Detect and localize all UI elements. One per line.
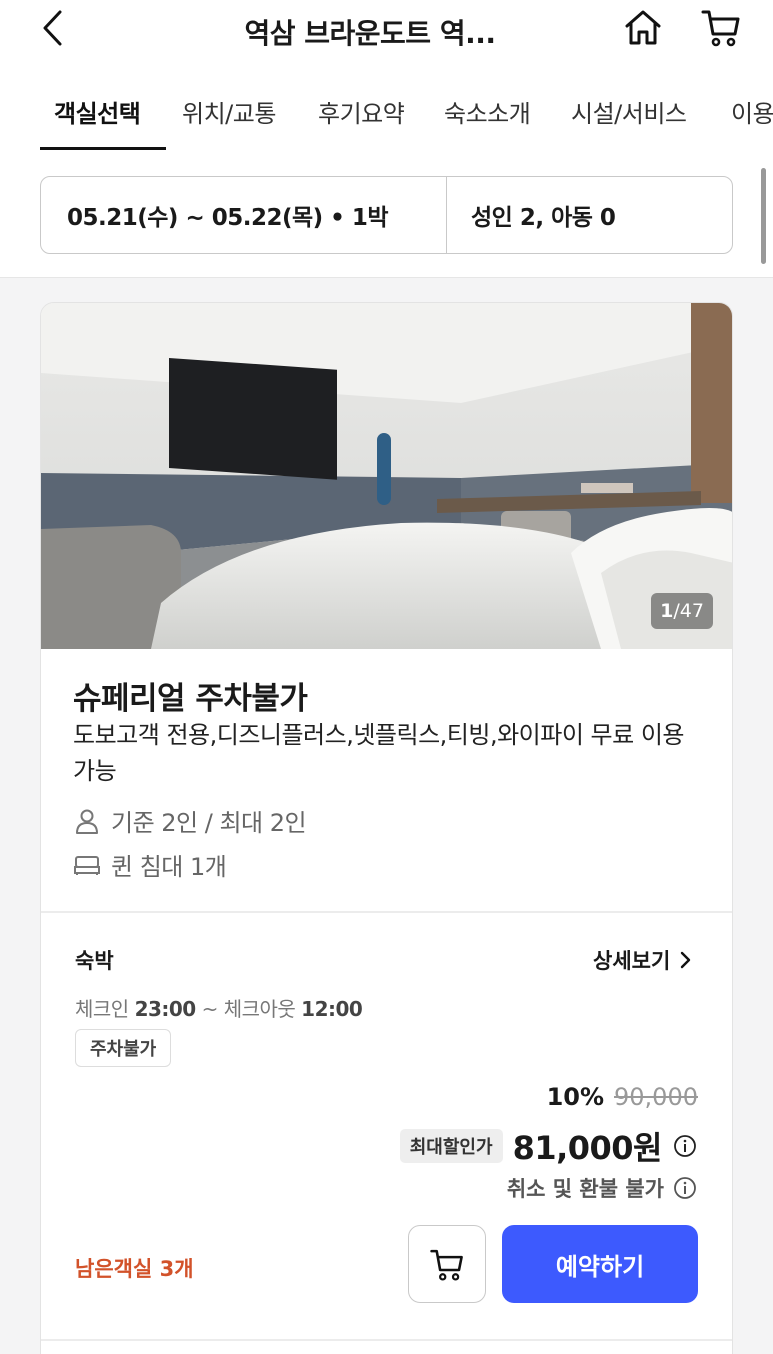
capacity-text: 기준 2인 / 최대 2인 (111, 809, 307, 837)
price-info-icon[interactable] (672, 1133, 698, 1159)
guests-field[interactable]: 성인 2, 아동 0 (447, 198, 616, 232)
room-photo-image (41, 303, 732, 649)
active-tab-indicator (40, 147, 166, 150)
plan-label: 숙박 (75, 949, 114, 973)
search-bar: 05.21(수) ~ 05.22(목) • 1박 성인 2, 아동 0 (0, 152, 773, 278)
refund-policy: 취소 및 환불 불가 (506, 1177, 664, 1201)
person-icon (73, 807, 101, 835)
tab-usage[interactable]: 이용 (731, 94, 773, 129)
checkout-label: ~ 체크아웃 (201, 997, 296, 1021)
detail-link[interactable]: 상세보기 (593, 945, 694, 975)
original-price: 90,000 (614, 1083, 698, 1111)
detail-link-label: 상세보기 (593, 949, 671, 973)
refund-policy-row: 취소 및 환불 불가 (507, 1173, 698, 1203)
refund-info-icon[interactable] (672, 1175, 698, 1201)
tab-room-select[interactable]: 객실선택 (54, 94, 141, 129)
room-card: 1/47 슈페리얼 주차불가 도보고객 전용,디즈니플러스,넷플릭스,티빙,와이… (40, 302, 733, 1354)
search-box: 05.21(수) ~ 05.22(목) • 1박 성인 2, 아동 0 (40, 176, 733, 254)
page-title: 역삼 브라운도트 역... (244, 17, 497, 50)
checkin-times: 체크인 23:00 ~ 체크아웃 12:00 (75, 993, 363, 1022)
checkin-label: 체크인 (75, 997, 129, 1021)
bed-text: 퀸 침대 1개 (111, 853, 227, 881)
rooms-left: 남은객실 3개 (75, 1257, 194, 1281)
home-icon (625, 10, 661, 45)
room-description: 도보고객 전용,디즈니플러스,넷플릭스,티빙,와이파이 무료 이용 가능 (73, 721, 684, 785)
chevron-left-icon (43, 10, 62, 46)
price-row: 최대할인가 81,000원 (399, 1123, 698, 1169)
section-divider (41, 911, 732, 913)
discount-percent: 10% (546, 1083, 605, 1111)
tab-review-summary[interactable]: 후기요약 (318, 94, 405, 129)
section-divider (41, 1339, 732, 1341)
top-bar: 역삼 브라운도트 역... (0, 0, 773, 72)
discount-row: 10% 90,000 (547, 1083, 698, 1111)
cart-button[interactable] (696, 4, 746, 50)
section-tabs: 객실선택 위치/교통 후기요약 숙소소개 시설/서비스 이용 (0, 72, 773, 152)
photo-counter: 1/47 (651, 593, 713, 629)
chevron-right-icon (681, 951, 691, 969)
photo-total: /47 (673, 600, 704, 622)
checkout-time: 12:00 (301, 997, 363, 1021)
home-button[interactable] (620, 4, 666, 50)
scrollbar[interactable] (761, 168, 766, 264)
checkin-time: 23:00 (134, 997, 197, 1021)
bed-icon (73, 851, 101, 879)
bed-row: 퀸 침대 1개 (73, 847, 227, 882)
tab-property-info[interactable]: 숙소소개 (444, 94, 531, 129)
cart-icon (430, 1249, 463, 1281)
max-discount-badge: 최대할인가 (399, 1129, 503, 1163)
tab-location[interactable]: 위치/교통 (182, 94, 276, 129)
parking-tag: 주차불가 (75, 1029, 172, 1067)
photo-index: 1 (660, 600, 674, 622)
room-photo[interactable]: 1/47 (41, 303, 732, 649)
capacity-row: 기준 2인 / 최대 2인 (73, 803, 307, 838)
cart-icon (701, 10, 740, 47)
back-button[interactable] (32, 6, 72, 50)
reserve-button[interactable]: 예약하기 (502, 1225, 698, 1303)
final-price: 81,000원 (512, 1129, 663, 1167)
date-range-field[interactable]: 05.21(수) ~ 05.22(목) • 1박 (41, 177, 447, 253)
tab-facilities[interactable]: 시설/서비스 (571, 94, 687, 129)
room-name: 슈페리얼 주차불가 (73, 681, 308, 717)
add-to-cart-button[interactable] (408, 1225, 486, 1303)
